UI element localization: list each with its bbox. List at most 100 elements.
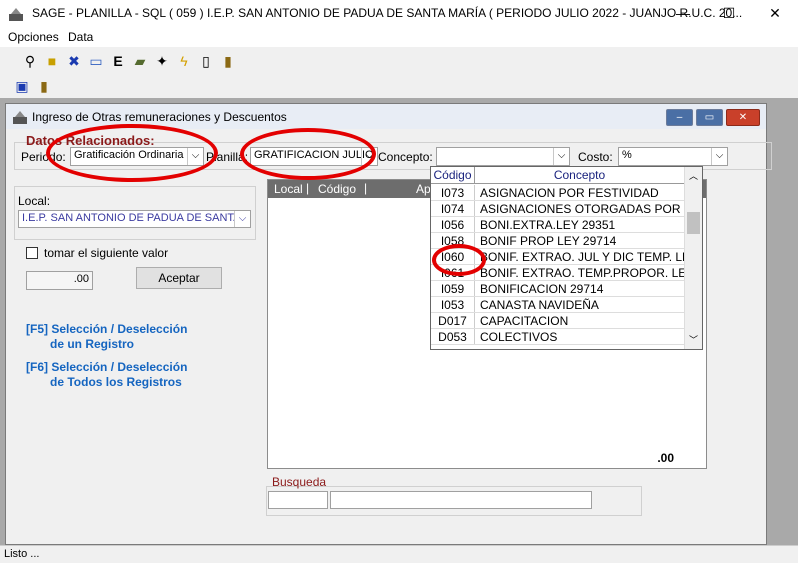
amount-input[interactable]: .00 xyxy=(26,271,93,290)
periodo-label: Periodo: xyxy=(21,150,66,164)
dd-code: D017 xyxy=(431,313,475,328)
dd-scrollbar[interactable]: ︿ ﹀ xyxy=(684,167,702,349)
menu-data[interactable]: Data xyxy=(68,30,93,44)
list-item[interactable]: D053 COLECTIVOS xyxy=(431,329,684,345)
scroll-thumb[interactable] xyxy=(687,212,700,234)
child-title-bar: Ingreso de Otras remuneraciones y Descue… xyxy=(6,104,766,129)
dd-col-codigo: Código xyxy=(431,167,475,184)
maximize-button[interactable]: ☐ xyxy=(706,0,752,27)
planilla-label: Planilla: xyxy=(206,150,249,164)
busqueda-label: Busqueda xyxy=(272,475,327,489)
menu-bar: Opciones Data xyxy=(0,27,798,47)
window-title: SAGE - PLANILLA - SQL ( 059 ) I.E.P. SAN… xyxy=(32,6,743,20)
child-minimize-button[interactable]: – xyxy=(666,109,693,126)
e-icon[interactable]: E xyxy=(108,51,128,71)
app-icon xyxy=(8,6,24,22)
col-local[interactable]: Local xyxy=(274,182,303,196)
cube-icon[interactable]: ■ xyxy=(42,51,62,71)
local-select[interactable]: I.E.P. SAN ANTONIO DE PADUA DE SANTA ⌵ xyxy=(18,210,251,228)
list-item[interactable]: I059 BONIFICACION 29714 xyxy=(431,281,684,297)
dd-code: I059 xyxy=(431,281,475,296)
col-codigo[interactable]: Código xyxy=(318,182,356,196)
f6-line2[interactable]: de Todos los Registros xyxy=(50,375,182,389)
checkbox-label: tomar el siguiente valor xyxy=(44,246,169,260)
child-title: Ingreso de Otras remuneraciones y Descue… xyxy=(32,110,287,124)
door-icon[interactable]: ▮ xyxy=(218,51,238,71)
minimize-button[interactable]: — xyxy=(660,0,706,27)
dd-code: D053 xyxy=(431,329,475,344)
document-icon[interactable]: ▯ xyxy=(196,51,216,71)
list-item[interactable]: D017 CAPACITACION xyxy=(431,313,684,329)
save-icon[interactable]: ▣ xyxy=(12,76,32,96)
tool-icon-1[interactable]: ⚲ xyxy=(20,51,40,71)
scroll-down-icon[interactable]: ﹀ xyxy=(689,333,698,346)
total-value: .00 xyxy=(594,450,676,467)
scroll-up-icon[interactable]: ︿ xyxy=(689,169,698,182)
dd-desc: CAPACITACION xyxy=(480,314,569,328)
title-bar: SAGE - PLANILLA - SQL ( 059 ) I.E.P. SAN… xyxy=(0,0,798,27)
chevron-down-icon[interactable]: ⌵ xyxy=(361,148,377,165)
planilla-select[interactable]: GRATIFICACION JULIO ⌵ xyxy=(250,147,378,166)
dd-code: I053 xyxy=(431,297,475,312)
concepto-select[interactable]: ⌵ xyxy=(436,147,570,166)
child-maximize-button[interactable]: ▭ xyxy=(696,109,723,126)
chevron-down-icon[interactable]: ⌵ xyxy=(187,148,203,165)
dd-desc: ASIGNACION POR FESTIVIDAD xyxy=(480,186,659,200)
local-value: I.E.P. SAN ANTONIO DE PADUA DE SANTA xyxy=(22,212,241,224)
runner-icon[interactable]: ✦ xyxy=(152,51,172,71)
dd-desc: ASIGNACIONES OTORGADAS POR CO xyxy=(480,202,684,216)
toolbar: ⚲ ■ ✖ ▭ E ▰ ✦ ϟ ▯ ▮ xyxy=(0,48,798,74)
list-item[interactable]: I060 BONIF. EXTRAO. JUL Y DIC TEMP. LE xyxy=(431,249,684,265)
dd-desc: COLECTIVOS xyxy=(480,330,558,344)
child-close-button[interactable]: ✕ xyxy=(726,109,760,126)
dd-desc: CANASTA NAVIDEÑA xyxy=(480,298,599,312)
window-icon[interactable]: ▭ xyxy=(86,51,106,71)
concepto-label: Concepto: xyxy=(378,150,433,164)
local-label: Local: xyxy=(18,194,51,208)
dd-desc: BONIF. EXTRAO. TEMP.PROPOR. LEY xyxy=(480,266,684,280)
dd-col-concepto: Concepto xyxy=(475,167,684,184)
dd-code: I056 xyxy=(431,217,475,232)
dd-code: I074 xyxy=(431,201,475,216)
chevron-down-icon[interactable]: ⌵ xyxy=(711,148,727,165)
col-sep: | xyxy=(306,181,310,195)
costo-select[interactable]: % ⌵ xyxy=(618,147,728,166)
lightning-icon[interactable]: ϟ xyxy=(174,51,194,71)
col-sep: | xyxy=(364,181,368,195)
status-text: Listo ... xyxy=(4,548,40,560)
dd-desc: BONI.EXTRA.LEY 29351 xyxy=(480,218,616,232)
dd-code: I060 xyxy=(431,249,475,264)
menu-opciones[interactable]: Opciones xyxy=(8,30,59,44)
close-button[interactable]: ✕ xyxy=(752,0,798,27)
costo-label: Costo: xyxy=(578,150,613,164)
periodo-value: Gratificación Ordinaria xyxy=(74,149,184,161)
f6-line1[interactable]: [F6] Selección / Deselección xyxy=(26,360,187,374)
dd-desc: BONIF. EXTRAO. JUL Y DIC TEMP. LE xyxy=(480,250,684,264)
child-app-icon xyxy=(12,109,28,125)
dd-desc: BONIFICACION 29714 xyxy=(480,282,604,296)
busqueda-text-input[interactable] xyxy=(330,491,592,509)
aceptar-button[interactable]: Aceptar xyxy=(136,267,222,289)
x-icon[interactable]: ✖ xyxy=(64,51,84,71)
dd-desc: BONIF PROP LEY 29714 xyxy=(480,234,617,248)
busqueda-code-input[interactable] xyxy=(268,491,328,509)
list-item[interactable]: I061 BONIF. EXTRAO. TEMP.PROPOR. LEY xyxy=(431,265,684,281)
chevron-down-icon[interactable]: ⌵ xyxy=(553,148,569,165)
tomar-checkbox[interactable] xyxy=(26,247,38,259)
periodo-select[interactable]: Gratificación Ordinaria ⌵ xyxy=(70,147,204,166)
concepto-dropdown-list[interactable]: Código Concepto ︿ ﹀ I073 ASIGNACION POR F… xyxy=(430,166,703,350)
dd-code: I058 xyxy=(431,233,475,248)
list-item[interactable]: I073 ASIGNACION POR FESTIVIDAD xyxy=(431,185,684,201)
list-item[interactable]: I074 ASIGNACIONES OTORGADAS POR CO xyxy=(431,201,684,217)
list-item[interactable]: I053 CANASTA NAVIDEÑA xyxy=(431,297,684,313)
exit-icon[interactable]: ▮ xyxy=(34,76,54,96)
list-item[interactable]: I058 BONIF PROP LEY 29714 xyxy=(431,233,684,249)
list-item[interactable]: I056 BONI.EXTRA.LEY 29351 xyxy=(431,217,684,233)
f5-line1[interactable]: [F5] Selección / Deselección xyxy=(26,322,187,336)
toolbar-secondary: ▣ ▮ xyxy=(0,74,798,98)
chevron-down-icon[interactable]: ⌵ xyxy=(234,211,250,227)
dd-code: I061 xyxy=(431,265,475,280)
planilla-value: GRATIFICACION JULIO xyxy=(254,149,374,161)
book-icon[interactable]: ▰ xyxy=(130,51,150,71)
f5-line2[interactable]: de un Registro xyxy=(50,337,134,351)
